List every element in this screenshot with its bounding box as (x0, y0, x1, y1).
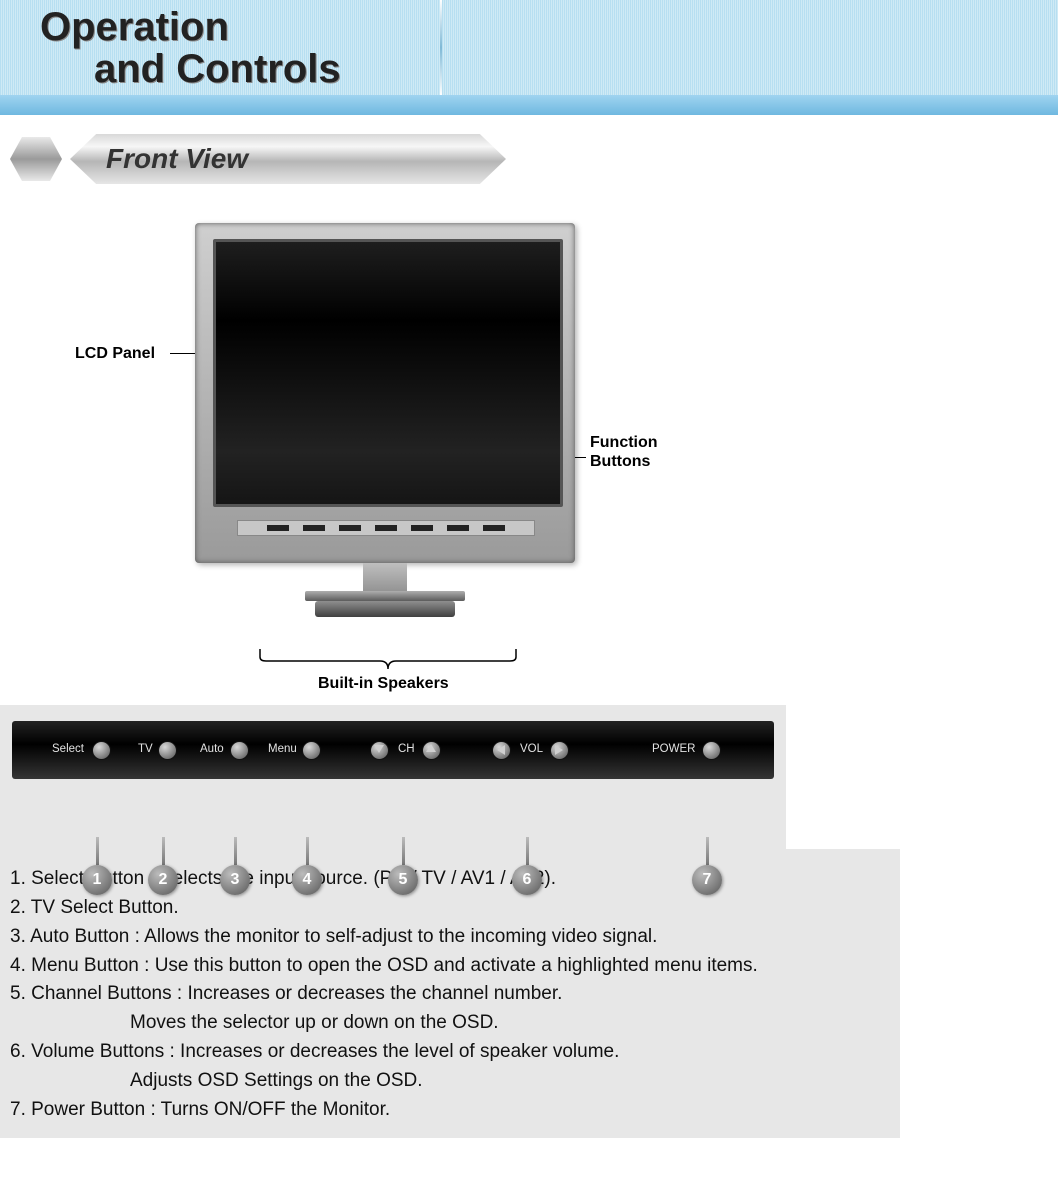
callout-5-num: 5 (399, 871, 408, 889)
monitor-screen (213, 239, 563, 507)
callout-stem (162, 837, 165, 865)
desc-line-3: 3. Auto Button : Allows the monitor to s… (10, 926, 890, 948)
callout-stem (306, 837, 309, 865)
callout-2: 2 (148, 865, 178, 895)
front-view-diagram: LCD Panel Function Buttons Built-in Spea… (0, 215, 780, 705)
tv-button[interactable] (158, 741, 177, 760)
lcd-panel-label: LCD Panel (75, 345, 155, 363)
desc-line-5: 5. Channel Buttons : Increases or decrea… (10, 983, 890, 1005)
page-title: Operation and Controls (40, 6, 341, 90)
callout-4: 4 (292, 865, 322, 895)
callout-3-num: 3 (231, 871, 240, 889)
function-buttons-label: Function Buttons (590, 433, 658, 471)
button-descriptions: 1. Select Button : Selects the input sou… (0, 849, 900, 1138)
callout-1-num: 1 (93, 871, 102, 889)
callout-6-num: 6 (523, 871, 532, 889)
desc-line-5b: Moves the selector up or down on the OSD… (130, 1012, 890, 1034)
section-title-bar: Front View (70, 134, 506, 184)
speakers-label: Built-in Speakers (318, 675, 449, 693)
ch-label: CH (398, 743, 415, 755)
vol-label: VOL (520, 743, 543, 755)
page-header: Operation and Controls (0, 0, 1058, 95)
title-line-1: Operation (40, 6, 341, 48)
panel-number-callouts: 1 2 3 4 5 6 7 (8, 779, 778, 849)
callout-stem (96, 837, 99, 865)
header-divider (440, 0, 442, 95)
callout-stem (234, 837, 237, 865)
function-buttons-label-l2: Buttons (590, 452, 658, 471)
monitor-stand-base-top (305, 591, 465, 601)
callout-2-num: 2 (159, 871, 168, 889)
auto-button[interactable] (230, 741, 249, 760)
callout-7: 7 (692, 865, 722, 895)
desc-line-2: 2. TV Select Button. (10, 897, 890, 919)
callout-3: 3 (220, 865, 250, 895)
triangle-right-icon (555, 745, 563, 755)
title-line-2: and Controls (94, 48, 341, 90)
button-panel-strip: Select TV Auto Menu CH VOL POWER (12, 721, 774, 779)
function-buttons-label-l1: Function (590, 433, 658, 452)
speakers-brace-icon (258, 647, 518, 669)
callout-6: 6 (512, 865, 542, 895)
power-label: POWER (652, 743, 695, 755)
auto-label: Auto (200, 743, 224, 755)
desc-line-7: 7. Power Button : Turns ON/OFF the Monit… (10, 1099, 890, 1121)
power-button[interactable] (702, 741, 721, 760)
button-panel-area: Select TV Auto Menu CH VOL POWER 1 (0, 705, 786, 849)
desc-line-6: 6. Volume Buttons : Increases or decreas… (10, 1041, 890, 1063)
callout-7-num: 7 (703, 871, 712, 889)
triangle-down-icon (374, 745, 384, 753)
select-button[interactable] (92, 741, 111, 760)
desc-line-4: 4. Menu Button : Use this button to open… (10, 955, 890, 977)
triangle-up-icon (426, 744, 436, 752)
monitor-button-strip (237, 520, 535, 536)
monitor-stand-base (315, 601, 455, 617)
callout-5: 5 (388, 865, 418, 895)
callout-stem (526, 837, 529, 865)
menu-button[interactable] (302, 741, 321, 760)
hexagon-bullet-icon (8, 133, 64, 185)
desc-line-1: 1. Select Button : Selects the input sou… (10, 868, 890, 890)
triangle-left-icon (497, 745, 505, 755)
callout-stem (706, 837, 709, 865)
callout-stem (402, 837, 405, 865)
callout-1: 1 (82, 865, 112, 895)
tv-label: TV (138, 743, 153, 755)
section-heading-row: Front View (8, 133, 1058, 185)
desc-line-6b: Adjusts OSD Settings on the OSD. (130, 1070, 890, 1092)
section-title: Front View (106, 143, 248, 175)
monitor-illustration (195, 223, 575, 653)
select-label: Select (52, 743, 84, 755)
menu-label: Menu (268, 743, 297, 755)
header-bottom-bar (0, 95, 1058, 115)
callout-4-num: 4 (303, 871, 312, 889)
